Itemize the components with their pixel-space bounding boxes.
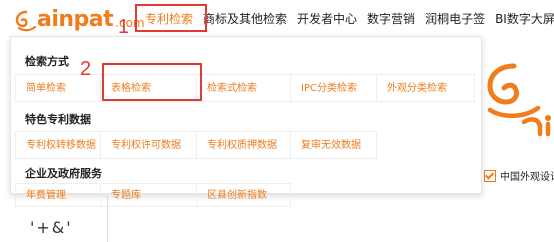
annotation-box-table-search bbox=[102, 63, 202, 101]
nav-bi-dashboard[interactable]: BI数字大屏 bbox=[490, 0, 554, 38]
nav-developer-center[interactable]: 开发者中心 bbox=[292, 0, 362, 38]
menu-reexam-invalid-data[interactable]: 复审无效数据 bbox=[291, 131, 377, 159]
section-title-enterprise-services: 企业及政府服务 bbox=[25, 167, 102, 180]
special-data-row: 专利权转移数据 专利权许可数据 专利权质押数据 复审无效数据 bbox=[15, 131, 377, 159]
menu-county-innovation-index[interactable]: 区县创新指数 bbox=[197, 183, 291, 207]
menu-annual-fee[interactable]: 年费管理 bbox=[15, 183, 101, 207]
annotation-number-two: 2 bbox=[80, 58, 92, 80]
checkbox-label: 中国外观设计 bbox=[500, 172, 554, 183]
top-nav-bar: ainpat .com 专利检索 商标及其他检索 开发者中心 数字营销 润桐电子… bbox=[0, 0, 554, 38]
nav-trademark-search[interactable]: 商标及其他检索 bbox=[198, 0, 292, 38]
menu-patent-license-data[interactable]: 专利权许可数据 bbox=[101, 131, 197, 159]
enterprise-services-row: 年费管理 专题库 区县创新指数 bbox=[15, 183, 291, 207]
section-title-search-methods: 检索方式 bbox=[25, 55, 69, 68]
logo-swirl-icon bbox=[15, 10, 37, 32]
logo-wordmark: ainpat bbox=[37, 7, 114, 32]
section-title-special-data: 特色专利数据 bbox=[25, 113, 91, 126]
annotation-box-nav bbox=[135, 4, 207, 32]
menu-patent-transfer-data[interactable]: 专利权转移数据 bbox=[15, 131, 101, 159]
design-type-checkbox[interactable]: 中国外观设计 bbox=[484, 168, 554, 183]
menu-topic-library[interactable]: 专题库 bbox=[101, 183, 197, 207]
nav-e-signature[interactable]: 润桐电子签 bbox=[420, 0, 490, 38]
logo-swirl-large-icon bbox=[487, 63, 551, 137]
menu-design-class-search[interactable]: 外观分类检索 bbox=[377, 74, 475, 102]
menu-expression-search[interactable]: 检索式检索 bbox=[197, 74, 291, 102]
checkbox-checked-icon[interactable] bbox=[484, 169, 496, 182]
page-logo-fragment bbox=[484, 60, 554, 144]
nav-digital-marketing[interactable]: 数字营销 bbox=[362, 0, 420, 38]
menu-patent-pledge-data[interactable]: 专利权质押数据 bbox=[197, 131, 291, 159]
background-text-fragment: '+&' bbox=[30, 218, 73, 237]
menu-ipc-search[interactable]: IPC分类检索 bbox=[291, 74, 377, 102]
